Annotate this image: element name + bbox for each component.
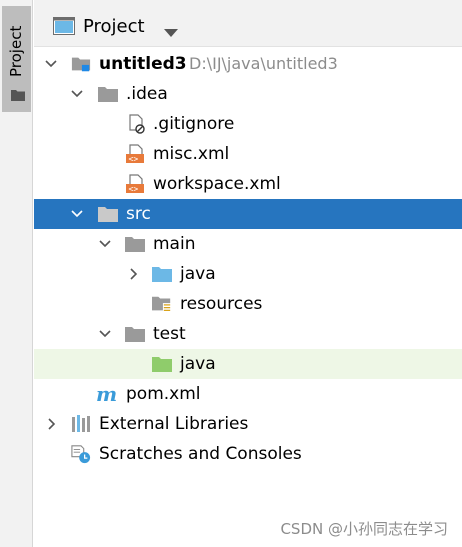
xml-file-icon: <> — [126, 169, 146, 199]
chevron-down-icon[interactable] — [97, 229, 113, 259]
watermark: CSDN @小孙同志在学习 — [280, 520, 448, 538]
tree-item-test-java[interactable]: java — [34, 349, 462, 379]
chevron-down-icon[interactable] — [69, 199, 85, 229]
folder-icon — [125, 319, 145, 349]
tree-item-label: test — [153, 324, 186, 344]
project-tab-label: Project — [7, 25, 25, 77]
tree-item-label: .idea — [126, 84, 168, 104]
tree-item-label: Scratches and Consoles — [99, 444, 302, 464]
tree-item-external-libraries[interactable]: External Libraries — [34, 409, 462, 439]
folder-icon — [125, 229, 145, 259]
tree-item-label: .gitignore — [153, 114, 235, 134]
source-folder-icon — [152, 259, 172, 289]
folder-icon — [98, 199, 118, 229]
tree-item-scratches[interactable]: Scratches and Consoles — [34, 439, 462, 469]
tree-item-pom-xml[interactable]: m pom.xml — [34, 379, 462, 409]
module-folder-icon — [71, 49, 91, 79]
chevron-right-icon[interactable] — [126, 259, 142, 289]
tree-item-label: src — [126, 204, 151, 224]
tree-item-label: java — [180, 354, 216, 374]
project-window-icon — [53, 17, 75, 39]
ignore-file-icon — [128, 109, 148, 139]
chevron-down-icon[interactable] — [97, 319, 113, 349]
tree-item-label: workspace.xml — [153, 174, 281, 194]
library-icon — [71, 409, 91, 439]
tree-item-untitled3[interactable]: untitled3 D:\IJ\java\untitled3 — [34, 49, 462, 79]
tree-item-workspace-xml[interactable]: <> workspace.xml — [34, 169, 462, 199]
chevron-down-icon[interactable] — [164, 22, 178, 41]
tree-item-label: resources — [180, 294, 263, 314]
svg-text:<>: <> — [129, 185, 139, 194]
tree-item-src[interactable]: src — [34, 199, 462, 229]
scratches-icon — [71, 439, 91, 469]
tree-item-label: External Libraries — [99, 414, 249, 434]
tree-item-main-java[interactable]: java — [34, 259, 462, 289]
tree-item-label: pom.xml — [126, 384, 201, 404]
tree-item-label: main — [153, 234, 196, 254]
test-folder-icon — [152, 349, 172, 379]
folder-icon — [11, 86, 25, 105]
tree-item-misc-xml[interactable]: <> misc.xml — [34, 139, 462, 169]
tree-item-test[interactable]: test — [34, 319, 462, 349]
project-name: untitled3 — [99, 54, 187, 74]
project-view-header: Project — [34, 0, 462, 47]
chevron-down-icon[interactable] — [69, 79, 85, 109]
maven-icon: m — [96, 382, 118, 406]
resources-folder-icon — [152, 289, 172, 319]
tree-item-resources[interactable]: resources — [34, 289, 462, 319]
tree-item-main[interactable]: main — [34, 229, 462, 259]
chevron-down-icon[interactable] — [43, 49, 59, 79]
svg-text:<>: <> — [129, 155, 139, 164]
project-tool-window-tab[interactable]: Project — [2, 6, 31, 112]
project-view-title[interactable]: Project — [83, 15, 145, 39]
tree-item-label: java — [180, 264, 216, 284]
tree-item-idea[interactable]: .idea — [34, 79, 462, 109]
tool-window-stripe: Project — [0, 0, 33, 547]
tree-item-label: misc.xml — [153, 144, 230, 164]
project-path: D:\IJ\java\untitled3 — [189, 54, 338, 73]
tree-item-gitignore[interactable]: .gitignore — [34, 109, 462, 139]
folder-icon — [98, 79, 118, 109]
chevron-right-icon[interactable] — [44, 409, 60, 439]
xml-file-icon: <> — [126, 139, 146, 169]
project-tree: untitled3 D:\IJ\java\untitled3 .idea .gi… — [34, 49, 462, 469]
